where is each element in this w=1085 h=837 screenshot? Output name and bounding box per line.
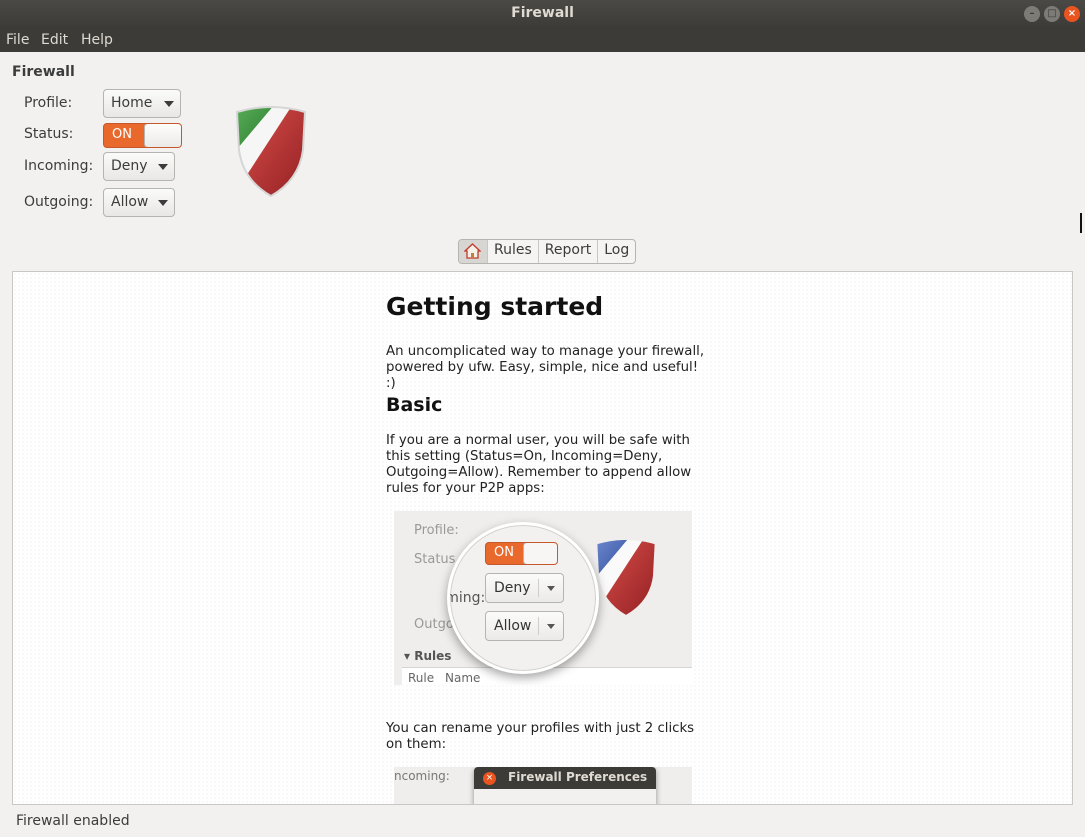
window-title: Firewall	[511, 5, 574, 21]
mag-switch-knob	[523, 543, 557, 564]
chevron-down-icon	[164, 101, 174, 107]
menu-bar: File Edit Help	[0, 28, 1085, 52]
screenshot-preferences: ncoming: × Firewall Preferences	[394, 767, 692, 804]
close-icon: ×	[483, 772, 496, 785]
menu-help[interactable]: Help	[81, 32, 113, 48]
menu-edit[interactable]: Edit	[41, 32, 68, 48]
profile-label: Profile:	[24, 95, 73, 111]
shot2-dialog-body	[474, 789, 656, 804]
combo-separator	[538, 617, 539, 635]
shot-col-rule: Rule	[408, 671, 435, 685]
article-title: Getting started	[386, 292, 604, 321]
shot2-dialog: × Firewall Preferences	[474, 767, 656, 804]
chevron-down-icon	[547, 624, 555, 629]
combo-separator	[538, 579, 539, 597]
profile-combo[interactable]: Home	[103, 89, 181, 118]
mag-switch-label: ON	[494, 545, 514, 560]
help-content-pane[interactable]: Getting started An uncomplicated way to …	[12, 271, 1073, 805]
firewall-section-title: Firewall	[12, 64, 75, 80]
article-intro: An uncomplicated way to manage your fire…	[386, 344, 705, 391]
status-label: Status:	[24, 126, 74, 142]
incoming-value: Deny	[111, 158, 148, 174]
magnifier-lens: Incoming: ON Deny Allow	[447, 522, 599, 674]
shot-rules-expander: ▾ Rules	[404, 649, 452, 663]
status-bar-text: Firewall enabled	[16, 813, 130, 829]
menu-file[interactable]: File	[6, 32, 29, 48]
mouse-cursor	[1080, 213, 1085, 233]
tab-rules[interactable]: Rules	[487, 240, 538, 263]
mag-outgoing-value: Allow	[494, 618, 532, 634]
shield-icon	[597, 539, 655, 615]
status-switch-label: ON	[112, 127, 132, 142]
mag-incoming-label: Incoming:	[447, 590, 486, 606]
chevron-down-icon	[158, 200, 168, 206]
shot-status-label: Status	[414, 552, 456, 567]
firewall-shield-icon	[235, 106, 307, 198]
tab-report[interactable]: Report	[537, 240, 597, 263]
tab-home[interactable]	[459, 240, 487, 263]
basic-heading: Basic	[386, 394, 443, 416]
view-tabs: Rules Report Log	[458, 239, 637, 264]
outgoing-label: Outgoing:	[24, 194, 94, 210]
chevron-down-icon	[547, 586, 555, 591]
outgoing-value: Allow	[111, 194, 149, 210]
shot-col-name: Name	[445, 671, 481, 685]
shot-profile-label: Profile:	[414, 523, 459, 538]
incoming-label: Incoming:	[24, 158, 94, 174]
chevron-down-icon	[158, 164, 168, 170]
tab-log[interactable]: Log	[597, 240, 635, 263]
shot2-incoming-label: ncoming:	[394, 769, 450, 783]
close-button[interactable]: ×	[1064, 6, 1080, 22]
shot2-dialog-title: Firewall Preferences	[508, 770, 648, 784]
status-switch[interactable]: ON	[103, 123, 182, 148]
basic-text: If you are a normal user, you will be sa…	[386, 433, 692, 496]
switch-knob	[144, 124, 181, 147]
mag-incoming-value: Deny	[494, 580, 531, 596]
mag-switch: ON	[485, 542, 558, 565]
home-icon	[463, 243, 482, 259]
outgoing-combo[interactable]: Allow	[103, 188, 175, 217]
maximize-button[interactable]: □	[1044, 6, 1060, 22]
rename-text: You can rename your profiles with just 2…	[386, 721, 695, 752]
screenshot-basic-settings: Profile: Status Outgoing: ▾ Rules Rule N…	[394, 511, 692, 685]
profile-value: Home	[111, 95, 153, 111]
minimize-button[interactable]: –	[1024, 6, 1040, 22]
mag-outgoing-combo: Allow	[485, 611, 564, 641]
window-titlebar: Firewall – □ ×	[0, 0, 1085, 28]
incoming-combo[interactable]: Deny	[103, 152, 175, 181]
mag-incoming-combo: Deny	[485, 573, 564, 603]
